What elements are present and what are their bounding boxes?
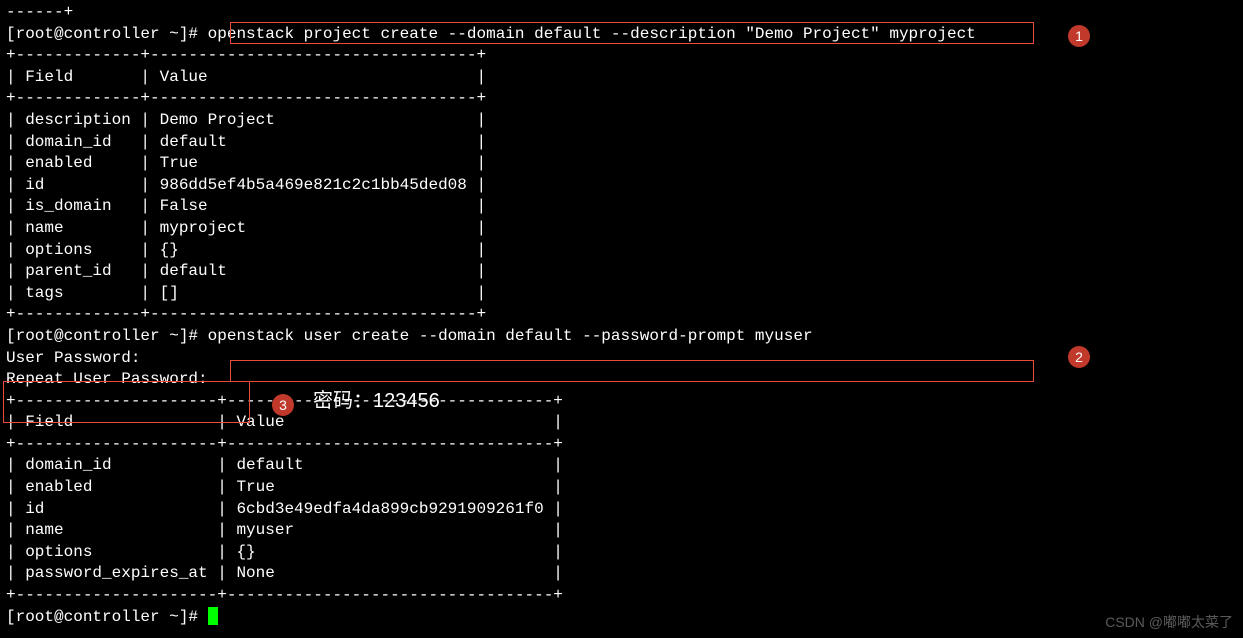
t2-row-0: | domain_id | default | bbox=[6, 455, 1237, 477]
t2-row-1: | enabled | True | bbox=[6, 477, 1237, 499]
t1-row-5: | name | myproject | bbox=[6, 218, 1237, 240]
watermark-text: CSDN @嘟嘟太菜了 bbox=[1105, 613, 1233, 632]
t1-row-4: | is_domain | False | bbox=[6, 196, 1237, 218]
t1-border-bot: +-------------+-------------------------… bbox=[6, 304, 1237, 326]
prompt: [root@controller ~]# bbox=[6, 327, 198, 345]
cmd2-text: openstack user create --domain default -… bbox=[208, 327, 813, 345]
cmd-line-3[interactable]: [root@controller ~]# bbox=[6, 607, 1237, 629]
t1-border-mid: +-------------+-------------------------… bbox=[6, 88, 1237, 110]
t1-row-7: | parent_id | default | bbox=[6, 261, 1237, 283]
t2-row-4: | options | {} | bbox=[6, 542, 1237, 564]
t2-row-3: | name | myuser | bbox=[6, 520, 1237, 542]
cursor-icon bbox=[208, 607, 218, 625]
t1-border-top: +-------------+-------------------------… bbox=[6, 45, 1237, 67]
callout-badge-1: 1 bbox=[1068, 25, 1090, 47]
t1-row-2: | enabled | True | bbox=[6, 153, 1237, 175]
prompt: [root@controller ~]# bbox=[6, 608, 198, 626]
callout-badge-3: 3 bbox=[272, 394, 294, 416]
prompt: [root@controller ~]# bbox=[6, 25, 198, 43]
frag-border: ------+ bbox=[6, 2, 1237, 24]
t1-row-1: | domain_id | default | bbox=[6, 132, 1237, 154]
highlight-box-3 bbox=[3, 381, 250, 423]
password-annotation: 密码：123456 bbox=[313, 388, 440, 415]
t1-row-6: | options | {} | bbox=[6, 240, 1237, 262]
t1-row-0: | description | Demo Project | bbox=[6, 110, 1237, 132]
t2-row-2: | id | 6cbd3e49edfa4da899cb9291909261f0 … bbox=[6, 499, 1237, 521]
t1-row-8: | tags | [] | bbox=[6, 283, 1237, 305]
t2-border-mid: +---------------------+-----------------… bbox=[6, 434, 1237, 456]
cmd-line-2[interactable]: [root@controller ~]# openstack user crea… bbox=[6, 326, 1237, 348]
highlight-box-1 bbox=[230, 22, 1034, 44]
t2-row-5: | password_expires_at | None | bbox=[6, 563, 1237, 585]
t1-row-3: | id | 986dd5ef4b5a469e821c2c1bb45ded08 … bbox=[6, 175, 1237, 197]
callout-badge-2: 2 bbox=[1068, 346, 1090, 368]
highlight-box-2 bbox=[230, 360, 1034, 382]
t1-header: | Field | Value | bbox=[6, 67, 1237, 89]
t2-border-bot: +---------------------+-----------------… bbox=[6, 585, 1237, 607]
